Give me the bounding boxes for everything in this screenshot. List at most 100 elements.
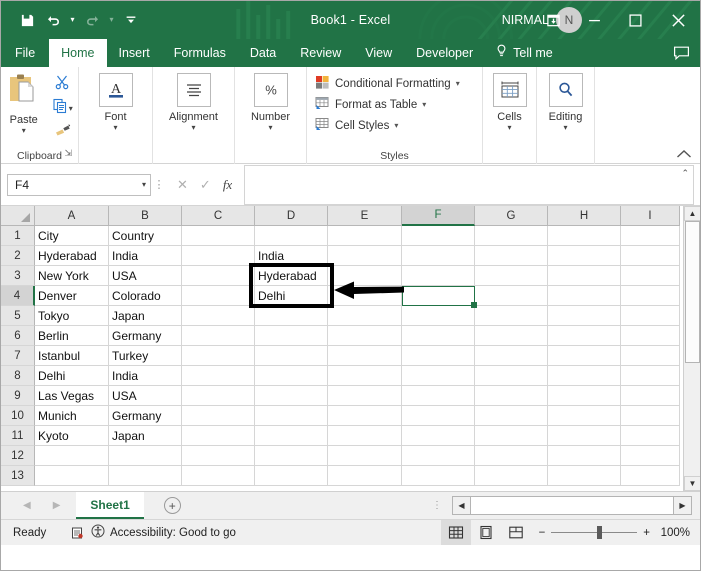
tab-home[interactable]: Home bbox=[49, 39, 107, 67]
expand-formula-bar-icon[interactable]: ⌃ bbox=[681, 168, 689, 179]
formula-bar-splitter[interactable]: ⋮ bbox=[151, 178, 167, 191]
previous-sheet-icon[interactable]: ◀ bbox=[23, 500, 31, 511]
row-header-6[interactable]: 6 bbox=[1, 326, 35, 346]
row-header-1[interactable]: 1 bbox=[1, 226, 35, 246]
grid-cell[interactable] bbox=[182, 346, 255, 366]
column-header-H[interactable]: H bbox=[548, 206, 621, 226]
grid-cell[interactable] bbox=[255, 426, 328, 446]
conditional-formatting-button[interactable]: Conditional Formatting ▾ bbox=[307, 73, 460, 94]
grid-cell[interactable] bbox=[182, 466, 255, 486]
grid-cell[interactable] bbox=[328, 366, 402, 386]
grid-cell[interactable] bbox=[621, 346, 680, 366]
cell-B10[interactable]: Germany bbox=[109, 406, 182, 426]
zoom-level[interactable]: 100% bbox=[658, 527, 700, 539]
scroll-right-icon[interactable]: ▶ bbox=[673, 496, 692, 515]
grid-cell[interactable] bbox=[475, 406, 548, 426]
grid-cell[interactable] bbox=[35, 466, 109, 486]
cell-D3[interactable]: Hyderabad bbox=[255, 266, 328, 286]
cell-A3[interactable]: New York bbox=[35, 266, 109, 286]
normal-view-icon[interactable] bbox=[440, 520, 471, 545]
grid-cell[interactable] bbox=[475, 366, 548, 386]
format-as-table-dropdown-icon[interactable]: ▾ bbox=[422, 100, 426, 109]
column-header-D[interactable]: D bbox=[255, 206, 328, 226]
close-icon[interactable] bbox=[656, 1, 700, 39]
row-header-5[interactable]: 5 bbox=[1, 306, 35, 326]
grid-cell[interactable] bbox=[548, 266, 621, 286]
grid-cell[interactable] bbox=[548, 246, 621, 266]
zoom-slider-thumb[interactable] bbox=[597, 526, 603, 539]
grid-cell[interactable] bbox=[621, 446, 680, 466]
redo-dropdown-icon[interactable]: ▾ bbox=[106, 8, 117, 32]
tell-me-box[interactable]: Tell me bbox=[485, 39, 563, 67]
grid-cell[interactable] bbox=[475, 426, 548, 446]
conditional-formatting-dropdown-icon[interactable]: ▾ bbox=[456, 79, 460, 88]
sheet-nav-arrows[interactable]: ◀ ▶ bbox=[1, 500, 60, 511]
grid-cell[interactable] bbox=[402, 406, 475, 426]
minus-icon[interactable]: − bbox=[539, 527, 546, 539]
cell-B4[interactable]: Colorado bbox=[109, 286, 182, 306]
alignment-button[interactable]: Alignment ▾ bbox=[155, 69, 233, 141]
dialog-launcher-icon[interactable]: ⇲ bbox=[64, 148, 72, 159]
grid-cell[interactable] bbox=[182, 246, 255, 266]
scroll-up-icon[interactable]: ▲ bbox=[684, 206, 700, 221]
number-dropdown-icon[interactable]: ▾ bbox=[268, 124, 272, 132]
grid-cell[interactable] bbox=[548, 386, 621, 406]
scroll-down-icon[interactable]: ▼ bbox=[684, 476, 700, 491]
grid-cell[interactable] bbox=[621, 326, 680, 346]
row-header-8[interactable]: 8 bbox=[1, 366, 35, 386]
paste-dropdown-icon[interactable]: ▾ bbox=[22, 127, 26, 135]
grid-cell[interactable] bbox=[255, 386, 328, 406]
horizontal-scroll-track[interactable] bbox=[471, 496, 673, 515]
grid-cell[interactable] bbox=[182, 406, 255, 426]
grid-cell[interactable] bbox=[255, 346, 328, 366]
grid-cell[interactable] bbox=[402, 446, 475, 466]
font-button[interactable]: A Font ▾ bbox=[85, 69, 147, 141]
minimize-icon[interactable] bbox=[574, 1, 615, 39]
row-header-12[interactable]: 12 bbox=[1, 446, 35, 466]
grid-cell[interactable] bbox=[255, 306, 328, 326]
scroll-left-icon[interactable]: ◀ bbox=[452, 496, 471, 515]
grid-cell[interactable] bbox=[182, 426, 255, 446]
grid-cell[interactable] bbox=[621, 386, 680, 406]
cell-B6[interactable]: Germany bbox=[109, 326, 182, 346]
format-painter-icon[interactable] bbox=[54, 122, 71, 143]
grid-cell[interactable] bbox=[475, 326, 548, 346]
undo-dropdown-icon[interactable]: ▾ bbox=[67, 8, 78, 32]
fx-icon[interactable]: fx bbox=[223, 177, 232, 193]
column-header-I[interactable]: I bbox=[621, 206, 680, 226]
scissors-icon[interactable] bbox=[54, 74, 70, 95]
cell-B1[interactable]: Country bbox=[109, 226, 182, 246]
grid-cell[interactable] bbox=[328, 406, 402, 426]
column-header-E[interactable]: E bbox=[328, 206, 402, 226]
cell-D2[interactable]: India bbox=[255, 246, 328, 266]
font-dropdown-icon[interactable]: ▾ bbox=[113, 124, 117, 132]
copy-dropdown-icon[interactable]: ▾ bbox=[69, 105, 73, 113]
grid-cell[interactable] bbox=[182, 266, 255, 286]
grid-cell[interactable] bbox=[621, 226, 680, 246]
comment-icon[interactable] bbox=[673, 39, 690, 67]
cell-styles-button[interactable]: Cell Styles ▾ bbox=[307, 115, 398, 136]
grid-cell[interactable] bbox=[182, 326, 255, 346]
grid-cell[interactable] bbox=[402, 226, 475, 246]
cell-A9[interactable]: Las Vegas bbox=[35, 386, 109, 406]
column-header-F[interactable]: F bbox=[402, 206, 475, 226]
cell-B3[interactable]: USA bbox=[109, 266, 182, 286]
grid-cell[interactable] bbox=[402, 326, 475, 346]
cell-A1[interactable]: City bbox=[35, 226, 109, 246]
editing-dropdown-icon[interactable]: ▾ bbox=[563, 124, 567, 132]
vertical-scroll-thumb[interactable] bbox=[685, 221, 700, 363]
copy-icon[interactable] bbox=[52, 98, 68, 119]
cell-A11[interactable]: Kyoto bbox=[35, 426, 109, 446]
grid-cell[interactable] bbox=[475, 286, 548, 306]
row-header-11[interactable]: 11 bbox=[1, 426, 35, 446]
number-button[interactable]: % Number ▾ bbox=[237, 69, 305, 141]
save-icon[interactable] bbox=[15, 8, 39, 32]
grid-cell[interactable] bbox=[109, 466, 182, 486]
grid-cell[interactable] bbox=[548, 306, 621, 326]
formula-input[interactable]: ⌃ bbox=[244, 164, 694, 205]
column-header-B[interactable]: B bbox=[109, 206, 182, 226]
tab-insert[interactable]: Insert bbox=[107, 39, 162, 67]
column-header-G[interactable]: G bbox=[475, 206, 548, 226]
ribbon-display-options-icon[interactable] bbox=[533, 1, 574, 39]
cells-dropdown-icon[interactable]: ▾ bbox=[507, 124, 511, 132]
